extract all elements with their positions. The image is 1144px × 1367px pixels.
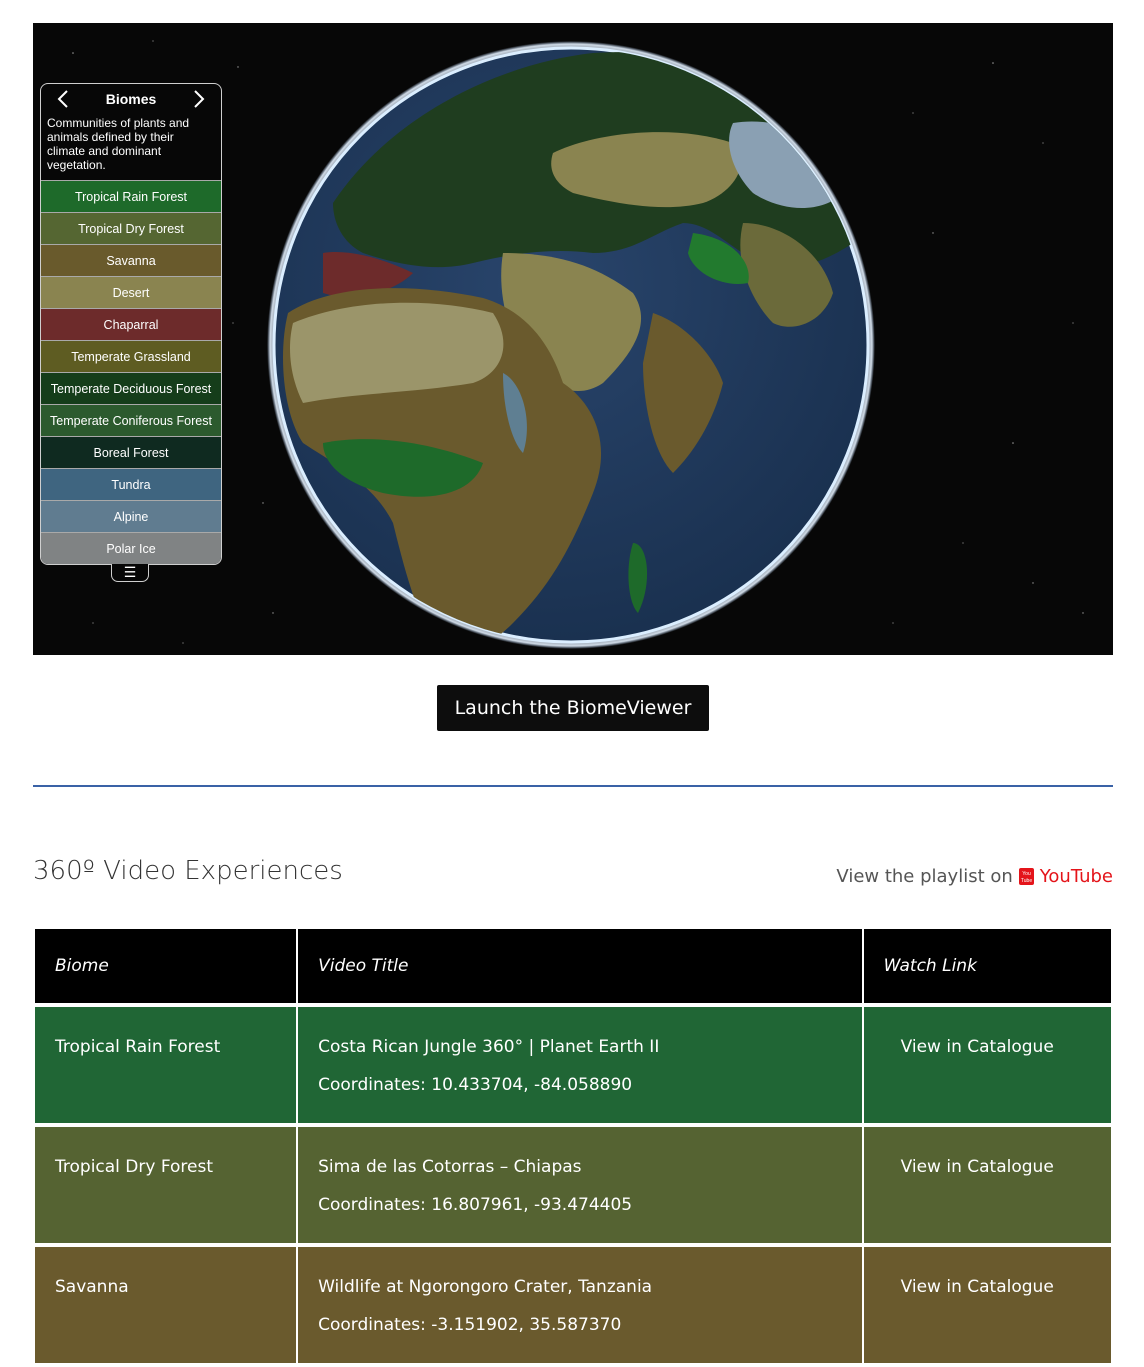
biome-item-temperate-coniferous-forest[interactable]: Temperate Coniferous Forest [41,404,221,436]
watch-link-cell: View in Catalogue [863,1247,1111,1363]
biome-item-tropical-dry-forest[interactable]: Tropical Dry Forest [41,212,221,244]
launch-biomeviewer-button[interactable]: Launch the BiomeViewer [437,685,709,731]
video-title-cell: Costa Rican Jungle 360° | Planet Earth I… [298,1007,862,1123]
biome-item-desert[interactable]: Desert [41,276,221,308]
video-coordinates: Coordinates: -3.151902, 35.587370 [318,1315,622,1335]
chevron-right-icon[interactable] [191,89,207,109]
biome-item-boreal-forest[interactable]: Boreal Forest [41,436,221,468]
youtube-icon[interactable]: You Tube [1018,868,1034,885]
biome-item-tundra[interactable]: Tundra [41,468,221,500]
video-title-cell: Wildlife at Ngorongoro Crater, Tanzania C… [298,1247,862,1363]
view-in-catalogue-link[interactable]: View in Catalogue [884,1277,1054,1297]
hamburger-icon[interactable]: ☰ [111,564,149,582]
biome-viewer[interactable]: Biomes Communities of plants and animals… [33,23,1113,655]
biome-item-savanna[interactable]: Savanna [41,244,221,276]
biome-item-tropical-rain-forest[interactable]: Tropical Rain Forest [41,180,221,212]
panel-description: Communities of plants and animals define… [47,116,190,172]
video-title: Wildlife at Ngorongoro Crater, Tanzania [318,1277,653,1297]
biome-item-temperate-grassland[interactable]: Temperate Grassland [41,340,221,372]
svg-text:Tube: Tube [1021,878,1032,884]
table-row: Savanna Wildlife at Ngorongoro Crater, Ta… [35,1247,1111,1363]
table-header-row: Biome Video Title Watch Link [35,929,1111,1003]
biomes-legend-panel: Biomes Communities of plants and animals… [40,83,222,565]
biome-cell: Tropical Rain Forest [35,1007,297,1123]
section-divider [33,785,1113,787]
videos-table-body: Tropical Rain Forest Costa Rican Jungle 3… [35,1007,1111,1363]
chevron-left-icon[interactable] [55,89,71,109]
playlist-link-row: View the playlist on You Tube YouTube [836,866,1113,887]
panel-title: Biomes [105,91,157,107]
biome-cell: Tropical Dry Forest [35,1127,297,1243]
biome-item-temperate-deciduous-forest[interactable]: Temperate Deciduous Forest [41,372,221,404]
header-biome: Biome [35,929,297,1003]
biome-list: Tropical Rain Forest Tropical Dry Forest S… [41,180,221,564]
watch-link-cell: View in Catalogue [863,1127,1111,1243]
table-row: Tropical Rain Forest Costa Rican Jungle 3… [35,1007,1111,1123]
header-watch-link: Watch Link [863,929,1111,1003]
video-title: Costa Rican Jungle 360° | Planet Earth I… [318,1037,660,1057]
biome-item-chaparral[interactable]: Chaparral [41,308,221,340]
biome-cell: Savanna [35,1247,297,1363]
video-title-cell: Sima de las Cotorras – Chiapas Coordinate… [298,1127,862,1243]
video-coordinates: Coordinates: 16.807961, -93.474405 [318,1195,633,1215]
view-in-catalogue-link[interactable]: View in Catalogue [884,1157,1054,1177]
biome-item-alpine[interactable]: Alpine [41,500,221,532]
video-coordinates: Coordinates: 10.433704, -84.058890 [318,1075,633,1095]
panel-header: Biomes [41,84,221,114]
playlist-prefix: View the playlist on [836,866,1013,887]
youtube-playlist-link[interactable]: YouTube [1040,866,1113,887]
table-row: Tropical Dry Forest Sima de las Cotorras … [35,1127,1111,1243]
video-title: Sima de las Cotorras – Chiapas [318,1157,582,1177]
videos-section-title: 360º Video Experiences [33,856,343,886]
header-video-title: Video Title [298,929,862,1003]
svg-text:You: You [1022,871,1031,877]
watch-link-cell: View in Catalogue [863,1007,1111,1123]
biome-item-polar-ice[interactable]: Polar Ice [41,532,221,564]
videos-table: Biome Video Title Watch Link Tropical Ra… [33,925,1113,1367]
view-in-catalogue-link[interactable]: View in Catalogue [884,1037,1054,1057]
